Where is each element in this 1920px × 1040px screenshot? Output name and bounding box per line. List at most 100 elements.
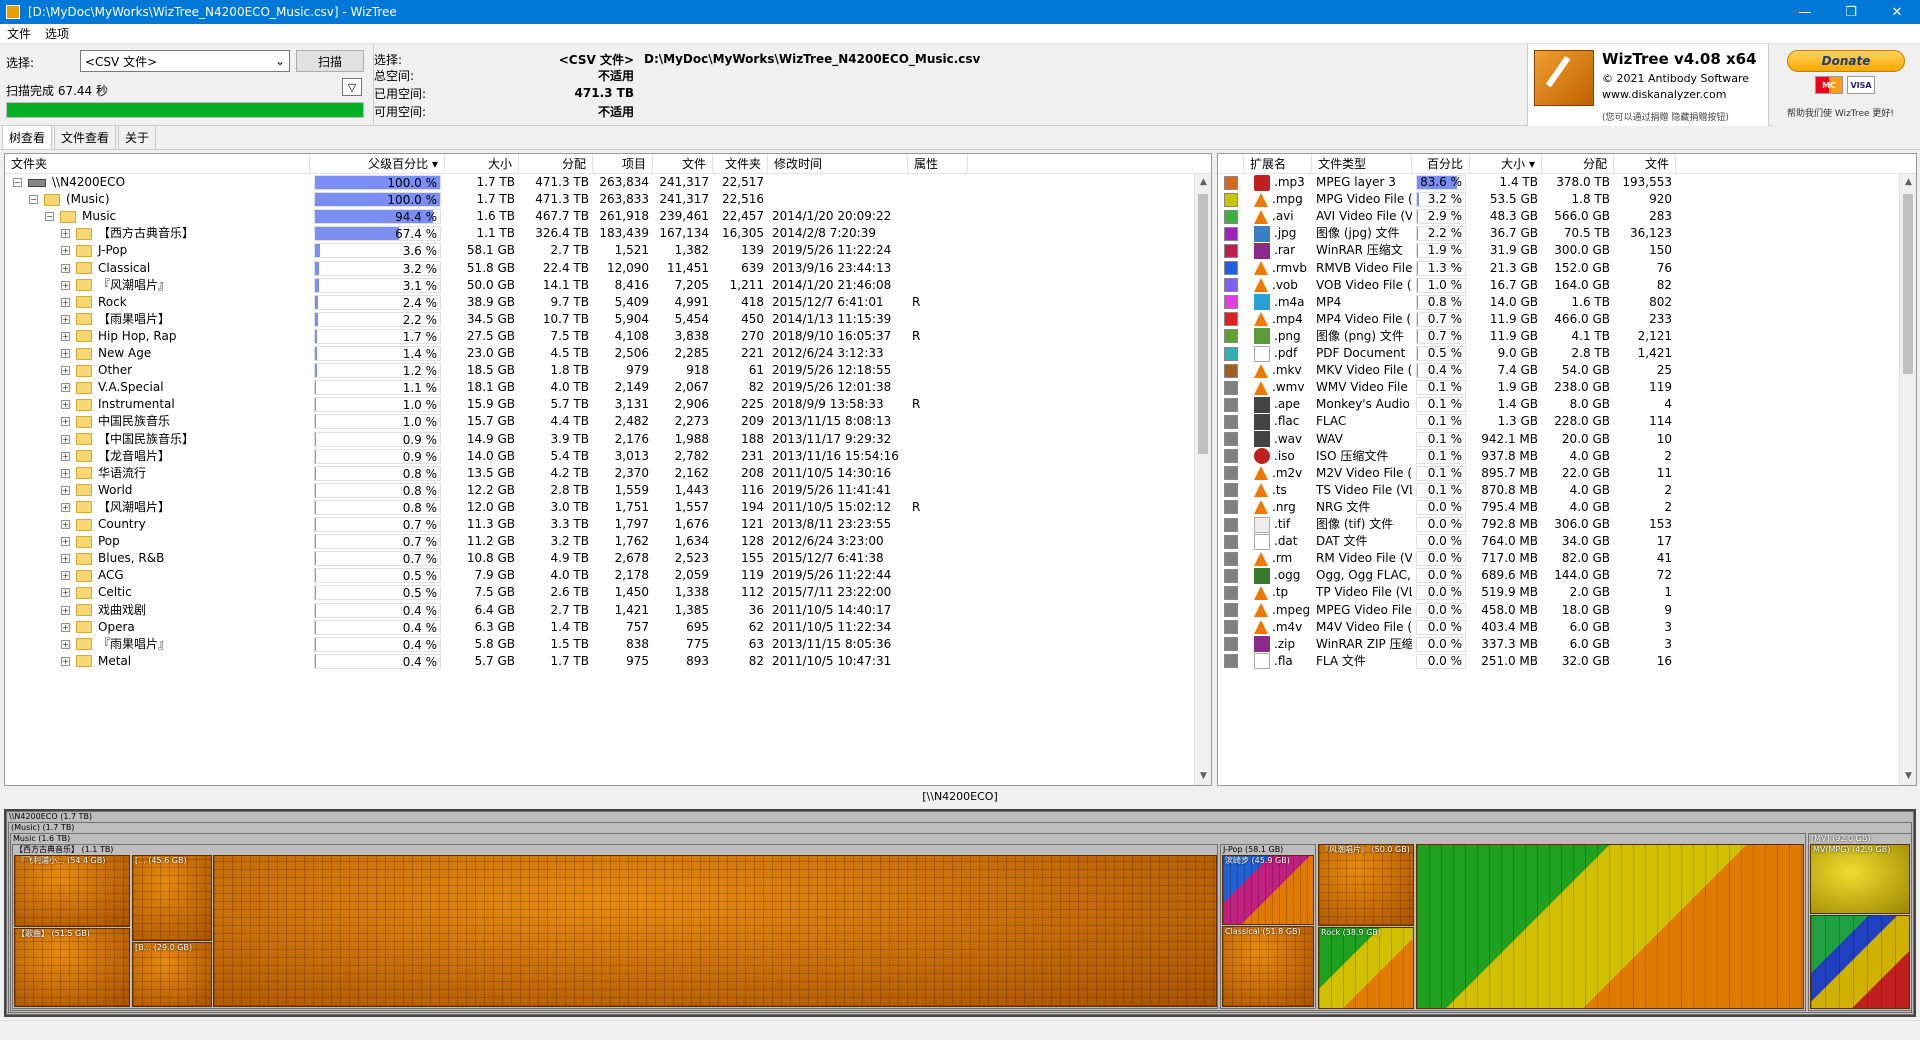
extension-row[interactable]: .mpeg MPEG Video File 0.0 % 458.0 MB 18.0 GB…: [1218, 602, 1676, 619]
expand-icon[interactable]: +: [61, 656, 70, 666]
menu-file[interactable]: 文件: [0, 25, 38, 42]
expand-icon[interactable]: +: [61, 263, 70, 273]
extension-row[interactable]: .vob VOB Video File (V 1.0 % 16.7 GB 164.0 G…: [1218, 277, 1676, 294]
folder-row[interactable]: + 【中国民族音乐】 0.9 % 14.9 GB 3.9 TB 2,176 1,988 188…: [5, 431, 968, 448]
expand-icon[interactable]: +: [61, 571, 70, 581]
collapse-icon[interactable]: −: [45, 212, 54, 222]
folder-row[interactable]: − \\N4200ECO 100.0 % 1.7 TB 471.3 TB 263,834 2…: [5, 174, 968, 191]
header-col-files[interactable]: 文件: [653, 154, 713, 174]
folder-row[interactable]: + New Age 1.4 % 23.0 GB 4.5 TB 2,506 2,285 221 2…: [5, 345, 968, 362]
extension-row[interactable]: .ts TS Video File (VL 0.1 % 870.8 MB 4.0 GB 2: [1218, 482, 1676, 499]
expand-icon[interactable]: +: [61, 314, 70, 324]
folder-row[interactable]: + V.A.Special 1.1 % 18.1 GB 4.0 TB 2,149 2,067…: [5, 379, 968, 396]
expand-icon[interactable]: +: [61, 520, 70, 529]
folder-row[interactable]: + Hip Hop, Rap 1.7 % 27.5 GB 7.5 TB 4,108 3,83…: [5, 328, 968, 345]
expand-icon[interactable]: +: [61, 417, 70, 427]
collapse-icon[interactable]: −: [13, 178, 22, 187]
header-col-parent-percent[interactable]: 父级百分比 ▾: [310, 154, 445, 174]
expand-icon[interactable]: +: [61, 349, 70, 358]
extension-row[interactable]: .wav WAV 0.1 % 942.1 MB 20.0 GB 10: [1218, 431, 1676, 448]
header-col-file-type[interactable]: 文件类型: [1312, 154, 1412, 174]
expand-icon[interactable]: +: [61, 331, 70, 341]
folder-row[interactable]: − (Music) 100.0 % 1.7 TB 471.3 TB 263,833 241,…: [5, 191, 968, 208]
expand-icon[interactable]: +: [61, 605, 70, 615]
extension-row[interactable]: .m2v M2V Video File (0.1 % 895.7 MB 22.0 GB…: [1218, 465, 1676, 482]
expand-icon[interactable]: +: [61, 366, 70, 376]
header-col-size[interactable]: 大小: [445, 154, 519, 174]
expand-icon[interactable]: +: [61, 434, 70, 444]
extension-row[interactable]: .wmv WMV Video File 0.1 % 1.9 GB 238.0 GB 119: [1218, 379, 1676, 396]
folder-row[interactable]: + 『风潮唱片』 3.1 % 50.0 GB 14.1 TB 8,416 7,205 1,21…: [5, 277, 968, 294]
extension-row[interactable]: .ogg Ogg, Ogg FLAC, 0.0 % 689.6 MB 144.0 GB 7…: [1218, 567, 1676, 584]
folder-row[interactable]: + Instrumental 1.0 % 15.9 GB 5.7 TB 3,131 2,90…: [5, 396, 968, 413]
expand-icon[interactable]: +: [61, 622, 70, 632]
treemap-block-sub1[interactable]: 『飞利浦小... (54.4 GB): [14, 855, 130, 927]
extension-row[interactable]: .rmvb RMVB Video File 1.3 % 21.3 GB 152.0 GB…: [1218, 260, 1676, 277]
expand-icon[interactable]: +: [61, 588, 70, 598]
treemap-block-other-genres[interactable]: [1416, 844, 1804, 1009]
header-col-allocated[interactable]: 分配: [1542, 154, 1614, 174]
extension-scrollbar[interactable]: ▲ ▼: [1899, 174, 1916, 785]
header-col-size[interactable]: 大小 ▾: [1470, 154, 1542, 174]
treemap-block-sub3[interactable]: 【歌曲】 (51.5 GB): [14, 928, 130, 1007]
header-col-attributes[interactable]: 属性: [908, 154, 968, 174]
folder-row[interactable]: + Other 1.2 % 18.5 GB 1.8 TB 979 918 61 2019/5/2…: [5, 362, 968, 379]
header-col-files[interactable]: 文件: [1614, 154, 1676, 174]
folder-row[interactable]: + J-Pop 3.6 % 58.1 GB 2.7 TB 1,521 1,382 139 201…: [5, 242, 968, 259]
expand-icon[interactable]: +: [61, 229, 70, 239]
header-col-allocated[interactable]: 分配: [519, 154, 593, 174]
expand-icon[interactable]: +: [61, 451, 70, 461]
folder-row[interactable]: + World 0.8 % 12.2 GB 2.8 TB 1,559 1,443 116 201…: [5, 482, 968, 499]
extension-row[interactable]: .nrg NRG 文件 0.0 % 795.4 MB 4.0 GB 2: [1218, 499, 1676, 516]
folder-tree-grid[interactable]: 文件夹 父级百分比 ▾ 大小 分配 项目 文件 文件夹 修改时间 属性 − \\N4200ECO 1…: [4, 153, 1212, 786]
close-button[interactable]: ✕: [1874, 0, 1920, 24]
tab-file-view[interactable]: 文件查看: [54, 125, 117, 149]
extension-row[interactable]: .zip WinRAR ZIP 压缩 0.0 % 337.3 MB 6.0 GB 3: [1218, 636, 1676, 653]
extension-row[interactable]: .fla FLA 文件 0.0 % 251.0 MB 32.0 GB 16: [1218, 653, 1676, 670]
extension-row[interactable]: .jpg 图像 (jpg) 文件 2.2 % 36.7 GB 70.5 TB 36,123: [1218, 225, 1676, 242]
scroll-down-icon[interactable]: ▼: [1195, 768, 1211, 785]
treemap-block-rock[interactable]: Rock (38.9 GB): [1318, 927, 1414, 1009]
folder-row[interactable]: + Country 0.7 % 11.3 GB 3.3 TB 1,797 1,676 121 2…: [5, 516, 968, 533]
extension-row[interactable]: .avi AVI Video File (V 2.9 % 48.3 GB 566.0 G…: [1218, 208, 1676, 225]
extension-row[interactable]: .mkv MKV Video File (0.4 % 7.4 GB 54.0 GB 25: [1218, 362, 1676, 379]
expand-icon[interactable]: +: [61, 639, 70, 649]
treemap-block-mvmpg[interactable]: MV(MPG) (42.9 GB): [1810, 844, 1910, 914]
treemap-block-classic-rest[interactable]: [213, 855, 1217, 1007]
extension-row[interactable]: .m4v M4V Video File (0.0 % 403.4 MB 6.0 GB 3: [1218, 619, 1676, 636]
donate-button[interactable]: Donate: [1787, 50, 1905, 72]
header-col-modified[interactable]: 修改时间: [768, 154, 908, 174]
treemap-block-sub4[interactable]: [B... (29.0 GB): [132, 942, 212, 1007]
treemap[interactable]: \\N4200ECO (1.7 TB) (Music) (1.7 TB) Mus…: [4, 809, 1916, 1017]
drive-select[interactable]: <CSV 文件> ⌄: [80, 50, 290, 72]
treemap-block-fengchao[interactable]: 『风潮唱片』 (50.0 GB): [1318, 844, 1414, 926]
folder-row[interactable]: + 『雨果唱片』 0.4 % 5.8 GB 1.5 TB 838 775 63 2013/11/…: [5, 636, 968, 653]
folder-row[interactable]: + 【风潮唱片】 0.8 % 12.0 GB 3.0 TB 1,751 1,557 194 20…: [5, 499, 968, 516]
expand-icon[interactable]: +: [61, 537, 70, 547]
brand-url[interactable]: www.diskanalyzer.com: [1602, 88, 1727, 101]
extension-row[interactable]: .flac FLAC 0.1 % 1.3 GB 228.0 GB 114: [1218, 413, 1676, 430]
expand-icon[interactable]: +: [61, 280, 70, 290]
extension-grid[interactable]: 扩展名 文件类型 百分比 大小 ▾ 分配 文件 .mp3 MPEG layer 3 83.6 …: [1217, 153, 1917, 786]
treemap-block-classical[interactable]: Classical (51.8 GB): [1222, 926, 1314, 1007]
folder-row[interactable]: + 【雨果唱片】 2.2 % 34.5 GB 10.7 TB 5,904 5,454 450 2…: [5, 311, 968, 328]
filter-icon[interactable]: ▽: [342, 78, 362, 96]
expand-icon[interactable]: +: [61, 485, 70, 495]
extension-row[interactable]: .rm RM Video File (V 0.0 % 717.0 MB 82.0 GB 4…: [1218, 550, 1676, 567]
expand-icon[interactable]: +: [61, 468, 70, 478]
scroll-up-icon[interactable]: ▲: [1195, 174, 1211, 191]
extension-row[interactable]: .tp TP Video File (VL 0.0 % 519.9 MB 2.0 GB 1: [1218, 584, 1676, 601]
folder-row[interactable]: + Classical 3.2 % 51.8 GB 22.4 TB 12,090 11,45…: [5, 260, 968, 277]
extension-row[interactable]: .dat DAT 文件 0.0 % 764.0 MB 34.0 GB 17: [1218, 533, 1676, 550]
folder-row[interactable]: + ACG 0.5 % 7.9 GB 4.0 TB 2,178 2,059 119 2019/5…: [5, 567, 968, 584]
tab-tree-view[interactable]: 树查看: [2, 125, 53, 149]
header-col-folders[interactable]: 文件夹: [713, 154, 768, 174]
extension-row[interactable]: .tif 图像 (tif) 文件 0.0 % 792.8 MB 306.0 GB 153: [1218, 516, 1676, 533]
tab-about[interactable]: 关于: [118, 125, 157, 149]
folder-row[interactable]: + Opera 0.4 % 6.3 GB 1.4 TB 757 695 62 2011/10/5…: [5, 619, 968, 636]
header-col-extension[interactable]: 扩展名: [1244, 154, 1312, 174]
extension-row[interactable]: .mpg MPG Video File (3.2 % 53.5 GB 1.8 TB 92…: [1218, 191, 1676, 208]
brand-panel[interactable]: WizTree v4.08 x64 © 2021 Antibody Softwa…: [1527, 44, 1769, 126]
header-col-folder[interactable]: 文件夹: [5, 154, 310, 174]
folder-row[interactable]: + Pop 0.7 % 11.2 GB 3.2 TB 1,762 1,634 128 2012/…: [5, 533, 968, 550]
